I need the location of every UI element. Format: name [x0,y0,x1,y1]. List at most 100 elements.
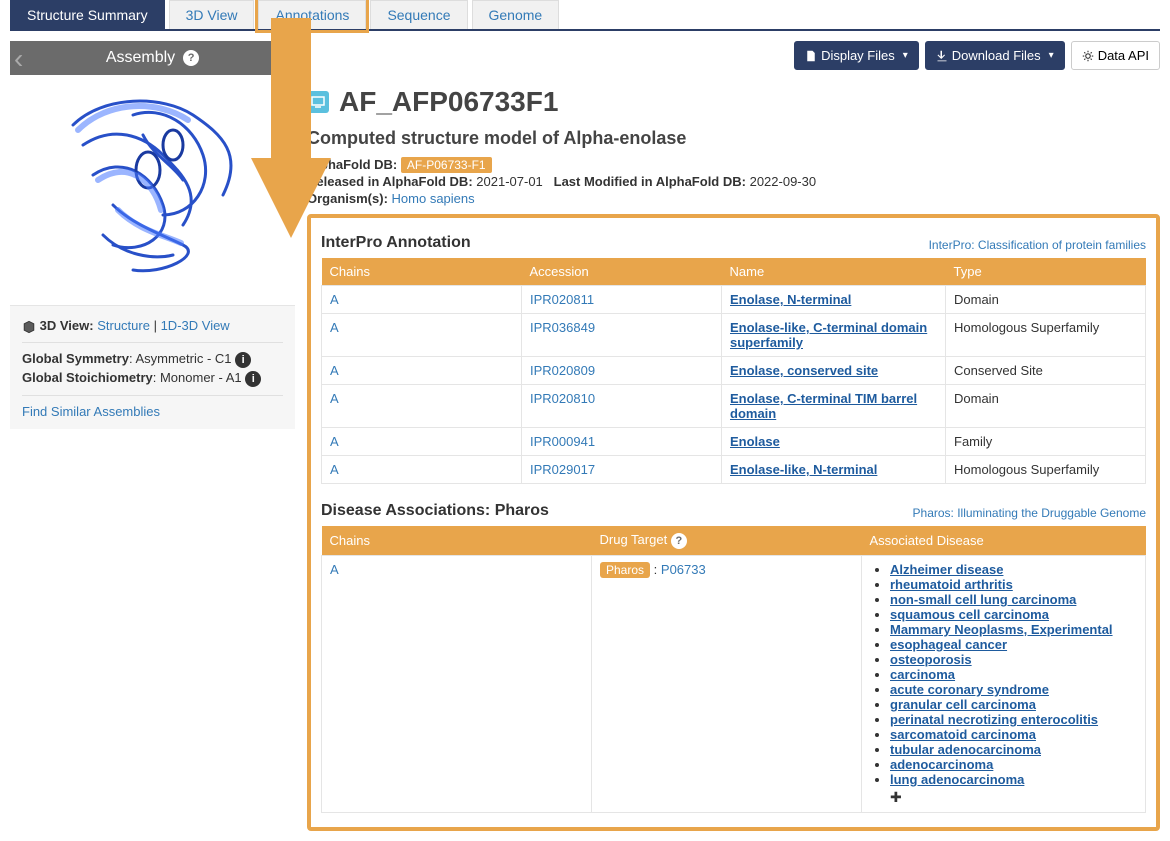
accession-link[interactable]: IPR000941 [530,434,595,449]
list-item: lung adenocarcinoma [890,772,1137,787]
interpro-name-link[interactable]: Enolase, C-terminal TIM barrel domain [730,391,917,421]
type-cell: Homologous Superfamily [946,456,1146,484]
list-item: acute coronary syndrome [890,682,1137,697]
computed-model-icon [307,91,329,113]
meta-alphafold-db: AlphaFold DB: AF-P06733-F1 [307,157,1160,172]
interpro-name-link[interactable]: Enolase-like, N-terminal [730,462,877,477]
protein-structure-icon [43,85,263,295]
col-chains: Chains [322,526,592,556]
drug-target-link[interactable]: P06733 [661,562,706,577]
list-item: Alzheimer disease [890,562,1137,577]
chain-link[interactable]: A [330,462,339,477]
chain-link[interactable]: A [330,434,339,449]
structure-thumbnail[interactable] [10,75,295,305]
disease-link[interactable]: adenocarcinoma [890,757,993,772]
interpro-section-head: InterPro Annotation InterPro: Classifica… [321,234,1146,252]
disease-link[interactable]: sarcomatoid carcinoma [890,727,1036,742]
table-row: A IPR036849 Enolase-like, C-terminal domai… [322,314,1146,357]
released-label: Released in AlphaFold DB: [307,174,473,189]
find-similar-link[interactable]: Find Similar Assemblies [22,404,160,419]
type-cell: Homologous Superfamily [946,314,1146,357]
accession-link[interactable]: IPR036849 [530,320,595,335]
table-row: AIPR000941EnolaseFamily [322,428,1146,456]
disease-link[interactable]: squamous cell carcinoma [890,607,1049,622]
type-cell: Domain [946,385,1146,428]
tab-sequence[interactable]: Sequence [370,0,467,29]
organism-link[interactable]: Homo sapiens [392,191,475,206]
list-item: sarcomatoid carcinoma [890,727,1137,742]
disease-link[interactable]: perinatal necrotizing enterocolitis [890,712,1098,727]
accession-link[interactable]: IPR020809 [530,363,595,378]
interpro-name-link[interactable]: Enolase, N-terminal [730,292,851,307]
download-files-button[interactable]: Download Files [925,41,1065,70]
last-modified-label: Last Modified in AlphaFold DB: [554,174,746,189]
global-symmetry-label: Global Symmetry [22,351,129,366]
disease-link[interactable]: rheumatoid arthritis [890,577,1013,592]
tab-annotations[interactable]: Annotations [258,0,366,29]
download-files-label: Download Files [952,48,1041,63]
list-item: perinatal necrotizing enterocolitis [890,712,1137,727]
disease-link[interactable]: granular cell carcinoma [890,697,1036,712]
table-row: A Pharos : P06733 Alzheimer diseaserheum… [322,556,1146,813]
chain-link[interactable]: A [330,320,339,335]
back-chevron-icon[interactable]: ‹ [14,45,23,73]
accession-link[interactable]: IPR020811 [530,292,594,307]
divider [22,342,283,343]
chain-link[interactable]: A [330,292,339,307]
col-drug-target-label: Drug Target [600,532,668,547]
disease-link[interactable]: non-small cell lung carcinoma [890,592,1076,607]
chain-link[interactable]: A [330,562,339,577]
col-drug-target: Drug Target ? [592,526,862,556]
col-disease: Associated Disease [862,526,1146,556]
pharos-heading: Disease Associations: Pharos [321,502,549,520]
interpro-side-link[interactable]: InterPro: Classification of protein fami… [929,238,1146,252]
disease-link[interactable]: tubular adenocarcinoma [890,742,1041,757]
interpro-name-link[interactable]: Enolase [730,434,780,449]
display-files-button[interactable]: Display Files [794,41,919,70]
global-symmetry-value: : Asymmetric - C1 [129,351,232,366]
disease-link[interactable]: osteoporosis [890,652,972,667]
pharos-side-link[interactable]: Pharos: Illuminating the Druggable Genom… [913,506,1146,520]
accession-link[interactable]: IPR029017 [530,462,595,477]
annotations-callout: InterPro Annotation InterPro: Classifica… [307,214,1160,831]
tab-3d-view[interactable]: 3D View [169,0,255,29]
pharos-badge[interactable]: Pharos [600,562,650,578]
structure-link[interactable]: Structure [97,318,150,333]
tab-structure-summary[interactable]: Structure Summary [10,0,165,29]
meta-dates: Released in AlphaFold DB: 2021-07-01 Las… [307,174,1160,189]
right-column: Display Files Download Files Data API AF… [307,41,1160,831]
info-icon[interactable]: i [235,352,251,368]
1d-3d-view-link[interactable]: 1D-3D View [161,318,230,333]
interpro-name-link[interactable]: Enolase, conserved site [730,363,878,378]
chain-link[interactable]: A [330,391,339,406]
list-item: Mammary Neoplasms, Experimental [890,622,1137,637]
3d-view-label: 3D View: [40,318,94,333]
disease-link[interactable]: esophageal cancer [890,637,1007,652]
disease-link[interactable]: acute coronary syndrome [890,682,1049,697]
data-api-button[interactable]: Data API [1071,41,1160,70]
col-name: Name [722,258,946,286]
disease-link[interactable]: carcinoma [890,667,955,682]
col-type: Type [946,258,1146,286]
disease-link[interactable]: Alzheimer disease [890,562,1003,577]
help-icon[interactable]: ? [671,533,687,549]
tab-genome[interactable]: Genome [472,0,560,29]
chain-link[interactable]: A [330,363,339,378]
expand-icon[interactable]: ✚ [890,789,1137,806]
table-row: AIPR020809Enolase, conserved siteConserv… [322,357,1146,385]
gear-icon [1082,50,1094,62]
pipe-separator: | [154,318,161,333]
interpro-name-link[interactable]: Enolase-like, C-terminal domain superfam… [730,320,927,350]
alphafold-db-badge[interactable]: AF-P06733-F1 [401,157,492,173]
accession-link[interactable]: IPR020810 [530,391,595,406]
col-chains: Chains [322,258,522,286]
interpro-table: Chains Accession Name Type AIPR020811Eno… [321,258,1146,484]
left-info-box: 3D View: Structure | 1D-3D View Global S… [10,305,295,429]
disease-link[interactable]: lung adenocarcinoma [890,772,1024,787]
info-icon[interactable]: i [245,371,261,387]
disease-link[interactable]: Mammary Neoplasms, Experimental [890,622,1113,637]
help-icon[interactable]: ? [183,50,199,66]
list-item: esophageal cancer [890,637,1137,652]
table-row: A IPR020810 Enolase, C-terminal TIM barrel… [322,385,1146,428]
list-item: carcinoma [890,667,1137,682]
